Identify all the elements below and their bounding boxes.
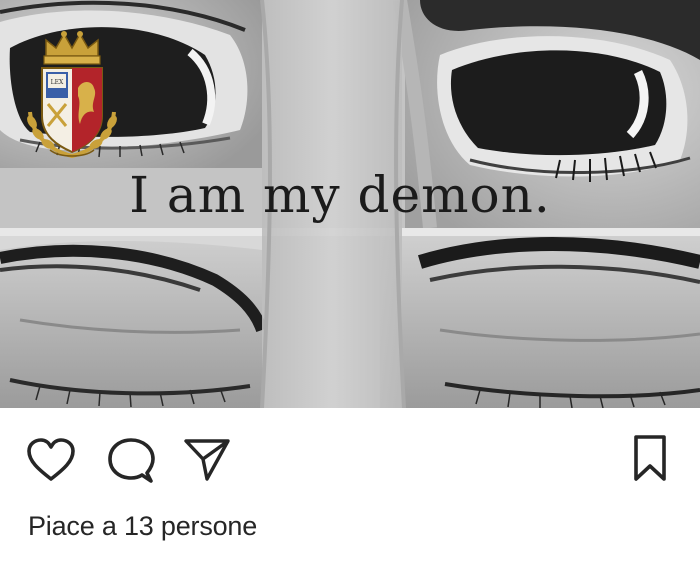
post-photo[interactable]: I am my demon. LEX: [0, 0, 700, 408]
paper-plane-icon[interactable]: [183, 437, 231, 483]
photo-caption: I am my demon.: [129, 166, 551, 224]
crest-lex-text: LEX: [51, 79, 64, 86]
likes-count[interactable]: Piace a 13 persone: [28, 511, 257, 542]
bookmark-icon[interactable]: [633, 434, 667, 482]
post-action-bar: [0, 408, 700, 508]
heart-icon[interactable]: [26, 437, 76, 483]
police-crest-icon: LEX: [27, 31, 117, 159]
comment-bubble-icon[interactable]: [107, 437, 155, 485]
